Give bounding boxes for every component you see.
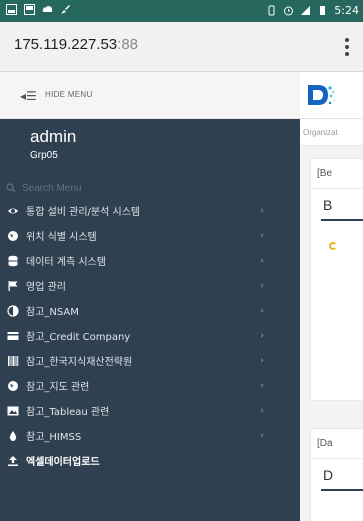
chevron-right-icon: ›	[260, 331, 264, 341]
more-options-icon[interactable]	[345, 38, 349, 56]
chevron-right-icon: ›	[260, 256, 264, 266]
sidebar-item-label: 참고_한국지식재산전략원	[26, 357, 133, 368]
chevron-right-icon: ›	[260, 406, 264, 416]
panel-header: [Da	[311, 429, 363, 459]
brush-icon	[61, 5, 70, 14]
chevron-right-icon: ›	[260, 356, 264, 366]
chevron-right-icon: ›	[260, 306, 264, 316]
url-text[interactable]: 175.119.227.53:88	[14, 36, 138, 53]
browser-address-bar[interactable]: 175.119.227.53:88	[0, 22, 363, 72]
sidebar-item-location[interactable]: 위치 식별 시스템 ›	[0, 223, 300, 248]
chevron-right-icon: ›	[260, 206, 264, 216]
search-icon	[6, 183, 16, 193]
screenshot-icon	[24, 4, 35, 15]
half-circle-icon	[7, 304, 19, 317]
credit-card-icon	[7, 330, 19, 342]
sidebar-item-facility[interactable]: 통합 설비 관리/분석 시스템 ›	[0, 198, 300, 223]
eye-icon	[7, 205, 19, 217]
sidebar-item-credit-company[interactable]: 참고_Credit Company ›	[0, 323, 300, 348]
sidebar-item-label: 참고_지도 관련	[26, 382, 90, 393]
cloud-icon	[42, 5, 53, 12]
chevron-right-icon: ›	[260, 431, 264, 441]
main-content: Organizat [Be B [Da D	[300, 72, 363, 521]
sidebar-item-tableau[interactable]: 참고_Tableau 관련 ›	[0, 398, 300, 423]
status-right-icons: 5:24	[266, 4, 359, 17]
sidebar-item-map[interactable]: 참고_지도 관련 ›	[0, 373, 300, 398]
breadcrumb-text: Organizat	[303, 128, 338, 137]
drop-icon	[7, 430, 19, 442]
sidebar-item-label: 참고_Credit Company	[26, 332, 131, 343]
sidebar-item-label: 참고_HIMSS	[26, 432, 82, 443]
top-nav	[300, 72, 363, 119]
search-menu[interactable]: Search Menu	[6, 180, 294, 196]
sidebar-item-sales[interactable]: 영업 관리 ›	[0, 273, 300, 298]
upload-icon	[7, 455, 19, 467]
breadcrumb: Organizat	[300, 119, 363, 146]
panel-title: B	[323, 197, 333, 213]
search-input[interactable]: Search Menu	[22, 183, 81, 194]
sidebar-menu: 통합 설비 관리/분석 시스템 › 위치 식별 시스템 › 데이터 계측 시스템…	[0, 198, 300, 473]
status-bar: 5:24	[0, 0, 363, 22]
alarm-icon	[284, 6, 294, 16]
hide-menu-bar[interactable]: ◂☰ HIDE MENU	[0, 72, 300, 119]
barcode-icon	[7, 355, 19, 367]
sidebar-item-label: 참고_Tableau 관련	[26, 407, 110, 418]
signal-icon	[301, 6, 311, 15]
sidebar-item-himss[interactable]: 참고_HIMSS ›	[0, 423, 300, 448]
url-host: 175.119.227.53	[14, 36, 118, 53]
status-left-icons	[6, 4, 71, 15]
panel-title: D	[323, 467, 334, 483]
sidebar-item-label: 영업 관리	[26, 282, 66, 293]
sidebar-item-data-measure[interactable]: 데이터 계측 시스템 ›	[0, 248, 300, 273]
sidebar-item-label: 통합 설비 관리/분석 시스템	[26, 207, 141, 218]
chevron-right-icon: ›	[260, 231, 264, 241]
user-group: Grp05	[30, 150, 58, 161]
title-underline	[321, 219, 363, 221]
user-profile[interactable]: admin Grp05	[30, 127, 76, 161]
sidebar-item-label: 엑셀데이터업로드	[26, 457, 100, 468]
image-icon	[7, 405, 19, 417]
globe-icon	[7, 230, 19, 242]
sidebar-item-excel-upload[interactable]: 엑셀데이터업로드	[0, 448, 300, 473]
sidebar-item-label: 참고_NSAM	[26, 307, 79, 318]
vibrate-icon	[268, 5, 275, 16]
panel-card: [Da D	[310, 428, 363, 521]
battery-icon	[320, 6, 326, 15]
flag-icon	[7, 280, 19, 292]
sidebar-item-kipa[interactable]: 참고_한국지식재산전략원 ›	[0, 348, 300, 373]
chevron-right-icon: ›	[260, 381, 264, 391]
database-icon	[7, 255, 19, 267]
hide-menu-label[interactable]: HIDE MENU	[45, 90, 93, 99]
status-time: 5:24	[334, 4, 359, 17]
panel-header: [Be	[311, 159, 363, 189]
title-underline	[321, 489, 363, 491]
sidebar: ◂☰ HIDE MENU admin Grp05 Search Menu 통합 …	[0, 72, 300, 521]
sidebar-item-label: 데이터 계측 시스템	[26, 257, 106, 268]
gallery-icon	[6, 4, 17, 15]
url-port: :88	[117, 36, 139, 53]
globe-icon	[7, 380, 19, 392]
logo-icon[interactable]	[306, 82, 336, 108]
panel-card: [Be B	[310, 158, 363, 401]
hamburger-icon[interactable]: ◂☰	[20, 89, 37, 103]
sidebar-item-label: 위치 식별 시스템	[26, 232, 97, 243]
sidebar-item-nsam[interactable]: 참고_NSAM ›	[0, 298, 300, 323]
user-name[interactable]: admin	[30, 127, 76, 147]
loading-spinner-icon	[329, 242, 337, 250]
chevron-right-icon: ›	[260, 281, 264, 291]
